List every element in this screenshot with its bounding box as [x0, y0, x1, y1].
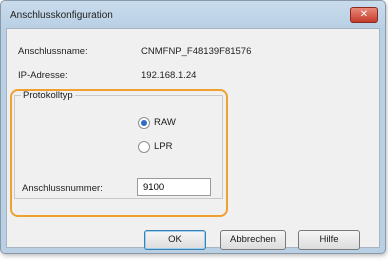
- cancel-button[interactable]: Abbrechen: [220, 230, 286, 250]
- port-name-value: CNMFNP_F48139F81576: [141, 46, 252, 57]
- dialog-title: Anschlusskonfiguration: [10, 10, 113, 21]
- ip-address-value: 192.168.1.24: [141, 70, 197, 81]
- highlight-frame: [10, 89, 228, 217]
- help-button[interactable]: Hilfe: [298, 230, 360, 250]
- port-name-label: Anschlussname:: [18, 46, 88, 57]
- ok-button[interactable]: OK: [144, 230, 206, 250]
- close-icon: ✕: [359, 9, 369, 20]
- ip-address-label: IP-Adresse:: [18, 70, 68, 81]
- close-button[interactable]: ✕: [350, 7, 378, 23]
- title-bar: Anschlusskonfiguration ✕: [1, 1, 385, 29]
